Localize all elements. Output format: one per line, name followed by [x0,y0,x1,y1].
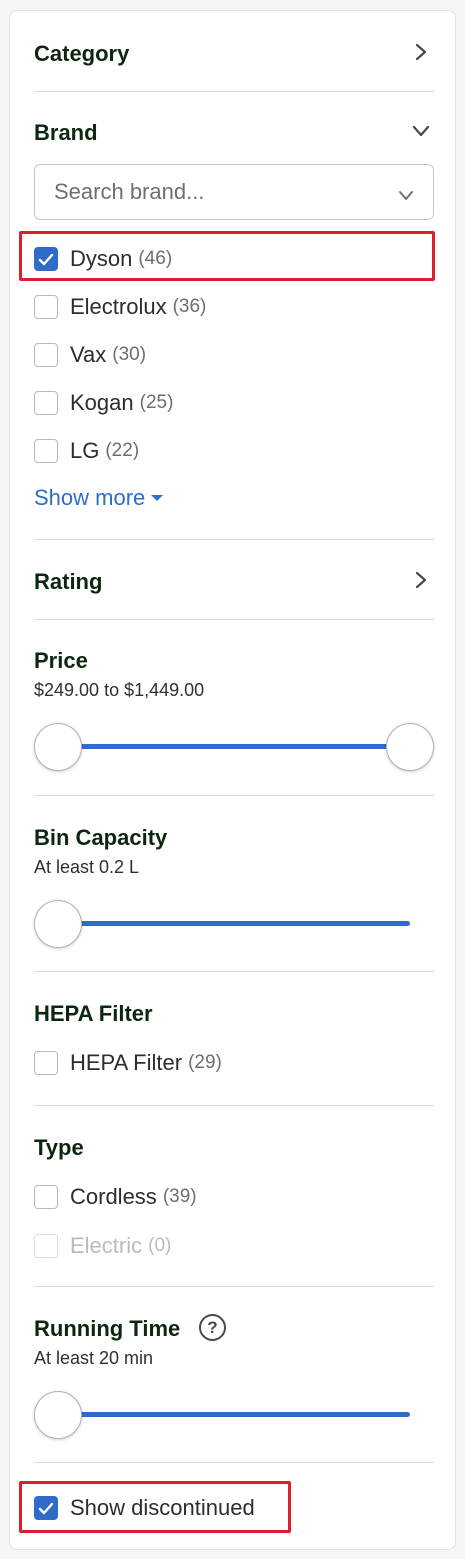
show-more-label: Show more [34,485,146,510]
option-count: (36) [172,296,207,317]
option-label: Dyson [70,246,133,271]
divider [34,795,434,796]
divider [34,1286,434,1287]
option-count: (30) [112,344,147,365]
price-max-handle[interactable] [386,723,434,771]
category-title[interactable]: Category [34,40,129,68]
checkbox[interactable] [34,343,58,367]
hepa-title: HEPA Filter [34,1001,153,1026]
option-label: Electric [70,1233,143,1258]
option-count: (25) [139,392,174,413]
help-icon[interactable]: ? [199,1314,226,1341]
divider [34,971,434,972]
checkbox[interactable] [34,1185,58,1209]
divider [34,1105,434,1106]
option-count: (29) [188,1052,222,1073]
bin-capacity-title: Bin Capacity [34,825,168,850]
brand-option-vax[interactable]: Vax (30) [34,340,146,370]
checkbox[interactable] [34,1051,58,1075]
bin-capacity-handle[interactable] [34,900,82,948]
type-option-electric: Electric (0) [34,1231,171,1261]
option-label: Show discontinued [70,1495,255,1520]
chevron-right-icon[interactable] [407,38,435,66]
show-more-link[interactable]: Show more [34,485,164,511]
chevron-right-icon[interactable] [407,566,435,594]
checkbox-disabled [34,1234,58,1258]
price-title: Price [34,648,88,673]
brand-option-electrolux[interactable]: Electrolux (36) [34,292,206,322]
checkbox[interactable] [34,439,58,463]
checkbox[interactable] [34,391,58,415]
option-label: Electrolux [70,294,167,319]
running-time-handle[interactable] [34,1391,82,1439]
option-count: (22) [105,440,140,461]
price-min-handle[interactable] [34,723,82,771]
brand-title[interactable]: Brand [34,119,98,147]
divider [34,91,434,92]
option-count: (46) [138,248,173,269]
option-count: (39) [162,1186,197,1207]
rating-title[interactable]: Rating [34,568,102,596]
brand-search-input[interactable]: Search brand... [34,164,434,220]
search-placeholder: Search brand... [54,179,205,204]
divider [34,1462,434,1463]
checkbox-checked[interactable] [34,247,58,271]
brand-option-kogan[interactable]: Kogan (25) [34,388,173,418]
hepa-option[interactable]: HEPA Filter (29) [34,1048,222,1078]
brand-option-dyson[interactable]: Dyson (46) [34,244,172,274]
show-discontinued-option[interactable]: Show discontinued [34,1493,255,1523]
option-label: Cordless [70,1184,157,1209]
caret-down-icon [151,495,164,501]
divider [34,619,434,620]
bin-capacity-value: At least 0.2 L [34,857,140,877]
option-label: HEPA Filter [70,1050,183,1075]
option-label: Vax [70,342,107,367]
brand-option-lg[interactable]: LG (22) [34,436,139,466]
running-time-slider-track[interactable] [58,1412,410,1417]
checkbox[interactable] [34,295,58,319]
chevron-down-icon[interactable] [407,117,435,145]
option-label: LG [70,438,100,463]
chevron-down-icon[interactable] [397,182,415,208]
divider [34,539,434,540]
option-count: (0) [148,1235,172,1256]
option-label: Kogan [70,390,134,415]
running-time-value: At least 20 min [34,1348,154,1368]
running-time-title: Running Time [34,1316,181,1341]
bin-capacity-slider-track[interactable] [58,921,410,926]
type-option-cordless[interactable]: Cordless (39) [34,1182,197,1212]
type-title: Type [34,1135,84,1160]
price-range-text: $249.00 to $1,449.00 [34,680,205,700]
filter-panel: Category Brand Search brand... Dyson (46… [9,10,456,1550]
checkbox-checked[interactable] [34,1496,58,1520]
price-slider-track[interactable] [58,744,410,749]
